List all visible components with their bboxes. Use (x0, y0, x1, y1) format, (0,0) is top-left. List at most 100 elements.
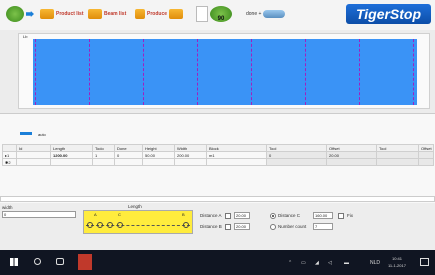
number-count-input[interactable]: 7 (313, 223, 333, 230)
cell-todo[interactable]: 1 (92, 151, 115, 159)
cut-line (89, 39, 90, 105)
beam-viewport: Lb (18, 33, 430, 109)
language-indicator[interactable]: NLD (370, 260, 380, 266)
folder-icon (88, 9, 102, 19)
leaf-icon (6, 6, 24, 22)
cell-offset[interactable] (418, 158, 434, 166)
horizontal-scrollbar[interactable] (0, 196, 435, 202)
cell-offset[interactable] (326, 158, 377, 166)
cell-block[interactable] (206, 158, 267, 166)
table-row[interactable]: ✱2 (2, 158, 434, 166)
cell-done[interactable] (114, 158, 143, 166)
distance-c-input[interactable]: 160.00 (313, 212, 333, 219)
cell-width[interactable] (174, 158, 207, 166)
tigerstop-logo: TigerStop (346, 4, 431, 24)
volume-icon[interactable]: ◁ (328, 260, 332, 266)
hole-icon (183, 222, 189, 228)
cell-height[interactable] (142, 158, 175, 166)
document-icon (196, 6, 208, 22)
row-marker-header (2, 144, 17, 152)
cell-tool[interactable] (266, 158, 327, 166)
row-marker: ✱2 (2, 158, 17, 166)
task-view-icon[interactable] (56, 258, 64, 265)
folder-icon (40, 9, 54, 19)
folder-icon (135, 9, 145, 19)
distance-c-label: Distance C (278, 213, 301, 218)
number-count-radio[interactable] (270, 224, 276, 230)
column-header[interactable]: Length (50, 144, 93, 152)
cell-id[interactable] (16, 158, 51, 166)
hole-diagram: A C B (83, 210, 193, 234)
cell-tool[interactable] (376, 158, 419, 166)
tray-up-icon[interactable]: ⌃ (288, 260, 292, 266)
fix-label: Fix (347, 213, 353, 218)
column-header[interactable]: Id (16, 144, 51, 152)
cell-length[interactable]: 1200.00 (50, 151, 93, 159)
app-taskbar-icon[interactable] (78, 254, 92, 270)
distance-c-radio[interactable] (270, 213, 276, 219)
taskbar: ⌃ ▭ ◢ ◁ ▬ NLD 10:41 11-1-2017 (0, 250, 435, 275)
column-header[interactable]: Height (142, 144, 175, 152)
leaf-icon: 90 (210, 6, 232, 22)
cell-id[interactable] (16, 151, 51, 159)
cut-line (251, 39, 252, 105)
column-header[interactable]: Offset (326, 144, 377, 152)
diagram-label-c: C (118, 212, 121, 217)
cell-block[interactable]: m1 (206, 151, 267, 159)
keyboard-icon[interactable]: ▬ (344, 260, 349, 266)
diagram-label-b: B (182, 212, 185, 217)
cell-tool[interactable] (376, 151, 419, 159)
column-header[interactable]: Todo (92, 144, 115, 152)
cell-length[interactable] (50, 158, 93, 166)
distance-a-checkbox[interactable] (225, 213, 231, 219)
column-header[interactable]: Offset (418, 144, 434, 152)
cut-line (413, 39, 414, 105)
product-list-button[interactable]: Product list (40, 6, 84, 22)
clock-time[interactable]: 10:41 (392, 256, 402, 261)
column-header[interactable]: Tool (376, 144, 419, 152)
app-button[interactable] (6, 6, 34, 22)
column-header[interactable]: Block (206, 144, 267, 152)
width-input[interactable]: 0 (2, 211, 76, 218)
search-icon[interactable] (34, 258, 41, 265)
cell-offset[interactable]: 20.00 (326, 151, 377, 159)
done-button[interactable]: done + (246, 6, 286, 22)
column-header[interactable]: Width (174, 144, 207, 152)
cell-width[interactable]: 200.00 (174, 151, 207, 159)
table-row[interactable]: ▸1 1200.00 1 0 50.00 200.00 m1 0 20.00 (2, 151, 434, 159)
logo-text: TigerStop (355, 6, 422, 22)
cut-line (197, 39, 198, 105)
cell-todo[interactable] (92, 158, 115, 166)
distance-b-checkbox[interactable] (225, 224, 231, 230)
grid-header-row: Id Length Todo Done Height Width Block T… (2, 144, 434, 152)
number-count-label: Number count (278, 224, 307, 229)
column-header[interactable]: Tool (266, 144, 327, 152)
beam-list-label: Beam list (104, 11, 127, 17)
cell-tool[interactable]: 0 (266, 151, 327, 159)
count-badge[interactable]: 90 (196, 6, 232, 22)
distance-a-label: Distance A (200, 213, 222, 218)
cut-line (143, 39, 144, 105)
notifications-icon[interactable] (420, 258, 429, 266)
column-header[interactable]: Done (114, 144, 143, 152)
cell-height[interactable]: 50.00 (142, 151, 175, 159)
clock-date[interactable]: 11-1-2017 (388, 263, 406, 268)
fix-checkbox[interactable] (338, 213, 344, 219)
distance-b-input[interactable]: 20.00 (234, 223, 250, 230)
beam-plan[interactable] (33, 39, 417, 105)
cut-line (359, 39, 360, 105)
toolbar: Product list Beam list Produce 90 done +… (0, 0, 435, 30)
blue-indicator (20, 132, 32, 135)
arrow-icon (26, 11, 34, 17)
network-icon[interactable]: ◢ (315, 260, 319, 266)
distance-a-input[interactable]: 20.00 (234, 212, 250, 219)
cell-offset[interactable] (418, 151, 434, 159)
beam-list-button[interactable]: Beam list (88, 6, 126, 22)
battery-icon[interactable]: ▭ (301, 260, 306, 266)
cell-done[interactable]: 0 (114, 151, 143, 159)
windows-start-icon[interactable] (10, 258, 18, 266)
settings-panel: width 0 Length A C B Distance A 20.00 Di… (0, 203, 435, 250)
product-list-label: Product list (56, 11, 84, 17)
folder-icon (169, 9, 184, 19)
produce-button[interactable]: Produce (135, 6, 184, 22)
